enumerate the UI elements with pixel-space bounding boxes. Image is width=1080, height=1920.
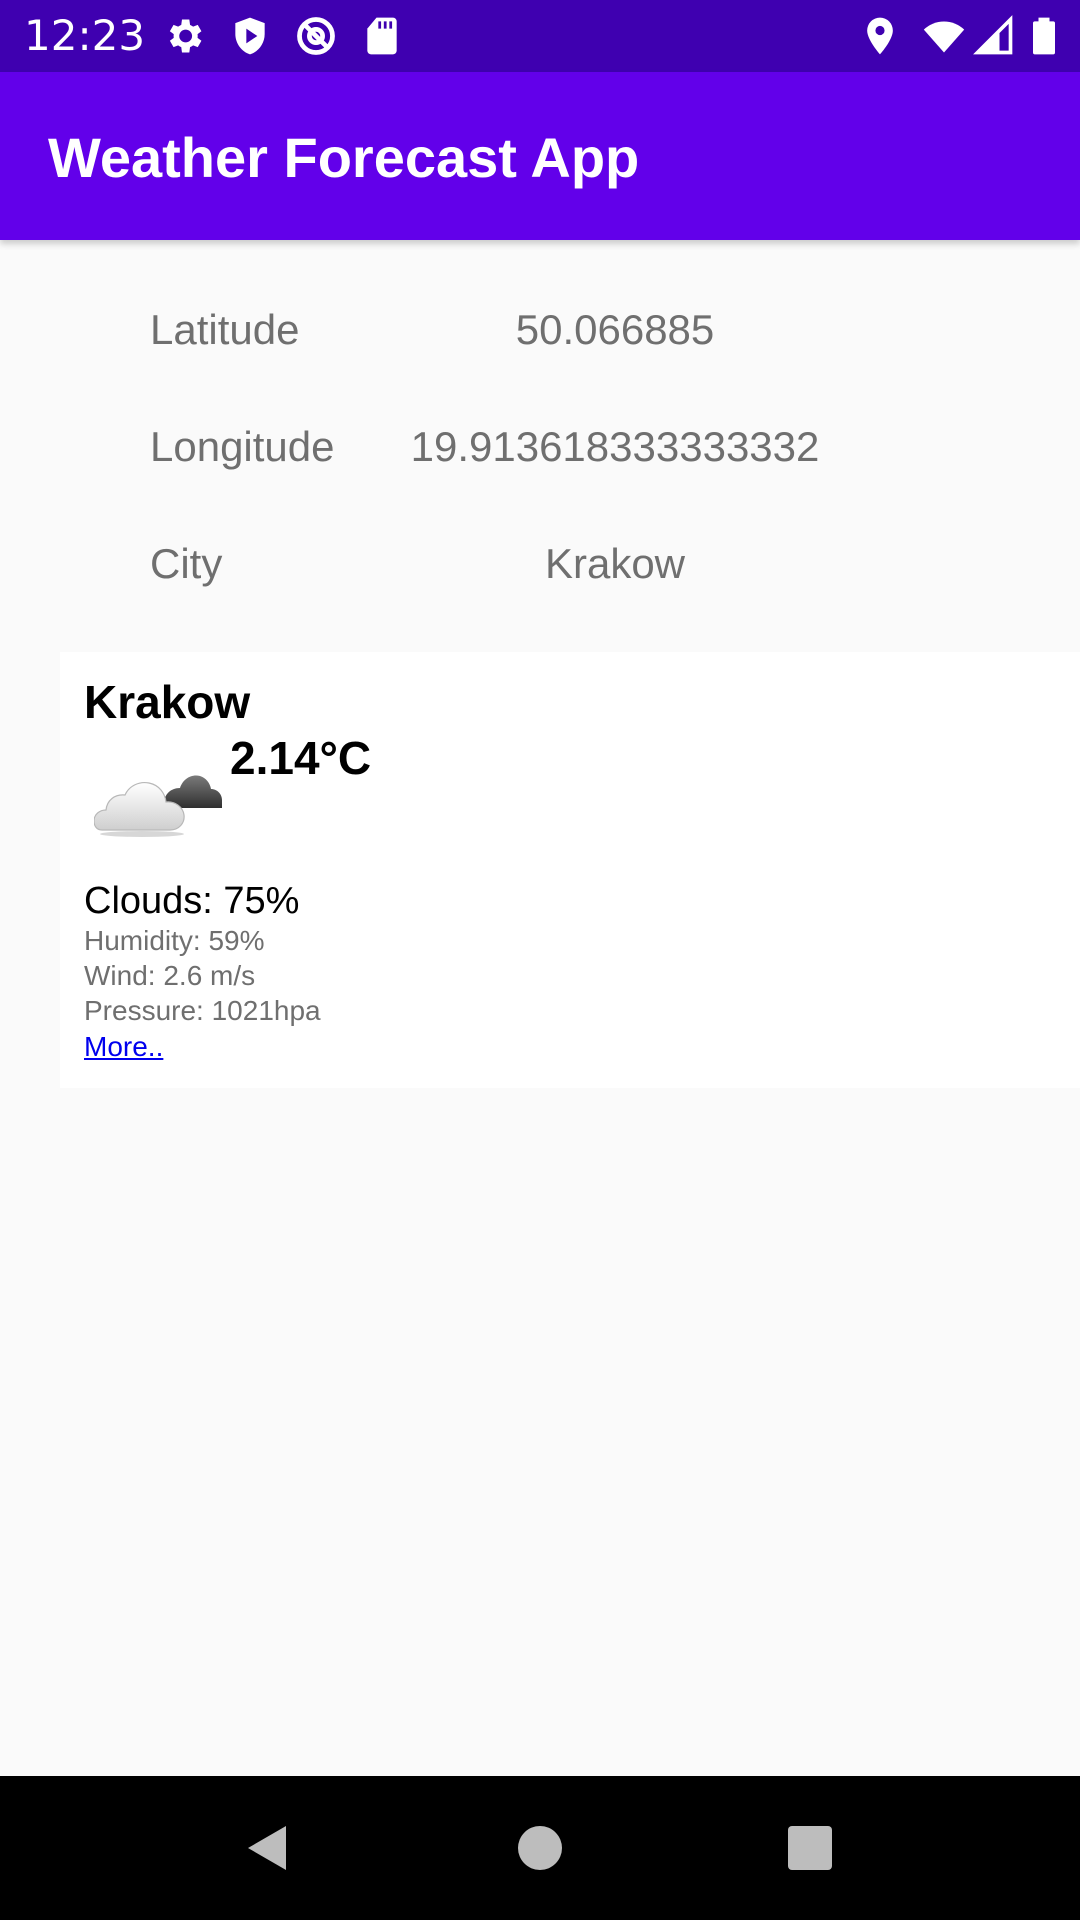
longitude-value: 19.913618333333332	[410, 423, 820, 470]
app-title: Weather Forecast App	[48, 126, 640, 189]
latitude-label: Latitude	[150, 306, 300, 353]
weather-clouds: Clouds: 75%	[84, 880, 300, 922]
more-link[interactable]: More..	[84, 1030, 163, 1064]
weather-temperature: 2.14°C	[230, 732, 372, 784]
weather-card: Krakow 2.14°C Clouds: 75% Humidity: 59% …	[60, 652, 1080, 1088]
weather-city: Krakow	[84, 676, 251, 728]
recents-icon[interactable]	[780, 1818, 840, 1878]
location-icon	[858, 14, 902, 58]
settings-icon	[162, 14, 206, 58]
city-value: Krakow	[544, 540, 686, 587]
weather-humidity: Humidity: 59%	[84, 925, 265, 956]
latitude-row: Latitude 50.066885	[0, 300, 1080, 360]
cloudy-icon	[94, 752, 222, 840]
home-icon[interactable]	[510, 1818, 570, 1878]
status-bar: 12:23	[0, 0, 1080, 72]
app-bar: Weather Forecast App	[0, 72, 1080, 240]
wifi-icon	[922, 14, 966, 58]
longitude-label: Longitude	[150, 423, 335, 470]
status-time: 12:23	[24, 11, 146, 60]
city-row: City Krakow	[0, 534, 1080, 594]
at-sign-icon	[294, 14, 338, 58]
city-label: City	[150, 540, 223, 587]
longitude-row: Longitude 19.913618333333332	[0, 417, 1080, 477]
latitude-value: 50.066885	[515, 306, 715, 353]
navigation-bar	[0, 1776, 1080, 1920]
signal-icon	[972, 14, 1016, 58]
shield-play-icon	[228, 14, 272, 58]
weather-pressure: Pressure: 1021hpa	[84, 995, 321, 1026]
weather-wind: Wind: 2.6 m/s	[84, 960, 256, 991]
sd-card-icon	[360, 14, 404, 58]
back-icon[interactable]	[238, 1818, 298, 1878]
battery-icon	[1022, 14, 1066, 58]
